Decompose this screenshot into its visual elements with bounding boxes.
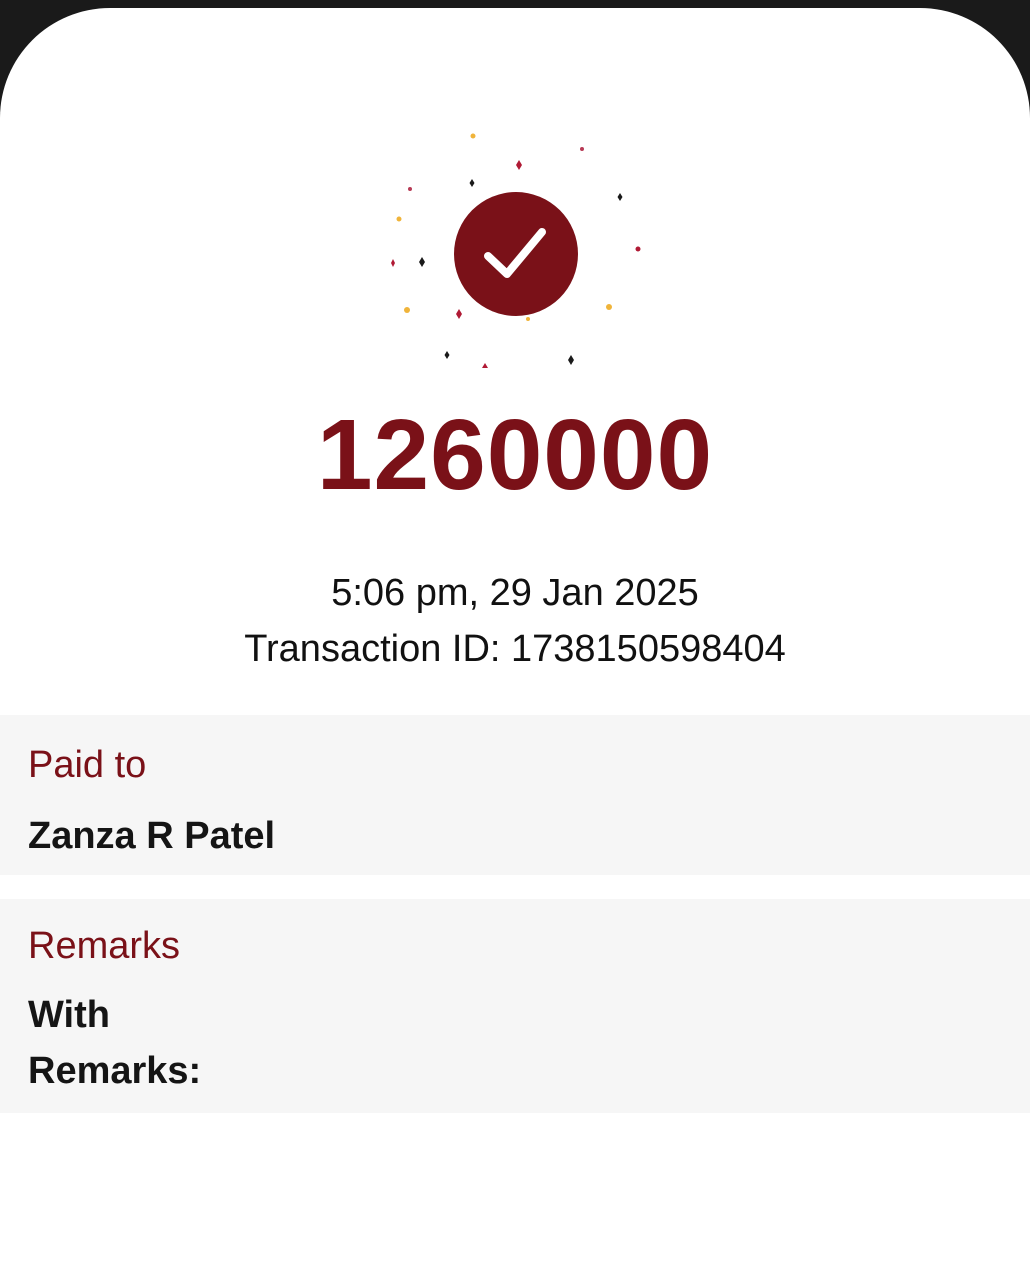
- payment-datetime: 5:06 pm, 29 Jan 2025: [331, 572, 699, 614]
- paid-to-label: Paid to: [28, 744, 147, 786]
- remarks-value-line-2: Remarks:: [28, 1050, 202, 1092]
- confetti-sparkles: [391, 133, 641, 368]
- payee-name: Zanza R Patel: [28, 815, 276, 857]
- receipt-sheet: 1260000 5:06 pm, 29 Jan 2025 Transaction…: [0, 8, 1030, 1280]
- success-graphic: [385, 123, 645, 383]
- remarks-section: Remarks With Remarks:: [0, 899, 1030, 1113]
- remarks-value-line-1: With: [28, 994, 110, 1036]
- remarks-value: With Remarks:: [28, 987, 328, 1099]
- payment-amount: 1260000: [316, 399, 714, 511]
- transaction-id: Transaction ID: 1738150598404: [244, 628, 786, 670]
- remarks-label: Remarks: [28, 925, 181, 967]
- checkmark-circle-icon: [454, 192, 578, 316]
- paid-to-section: Paid to Zanza R Patel: [0, 715, 1030, 875]
